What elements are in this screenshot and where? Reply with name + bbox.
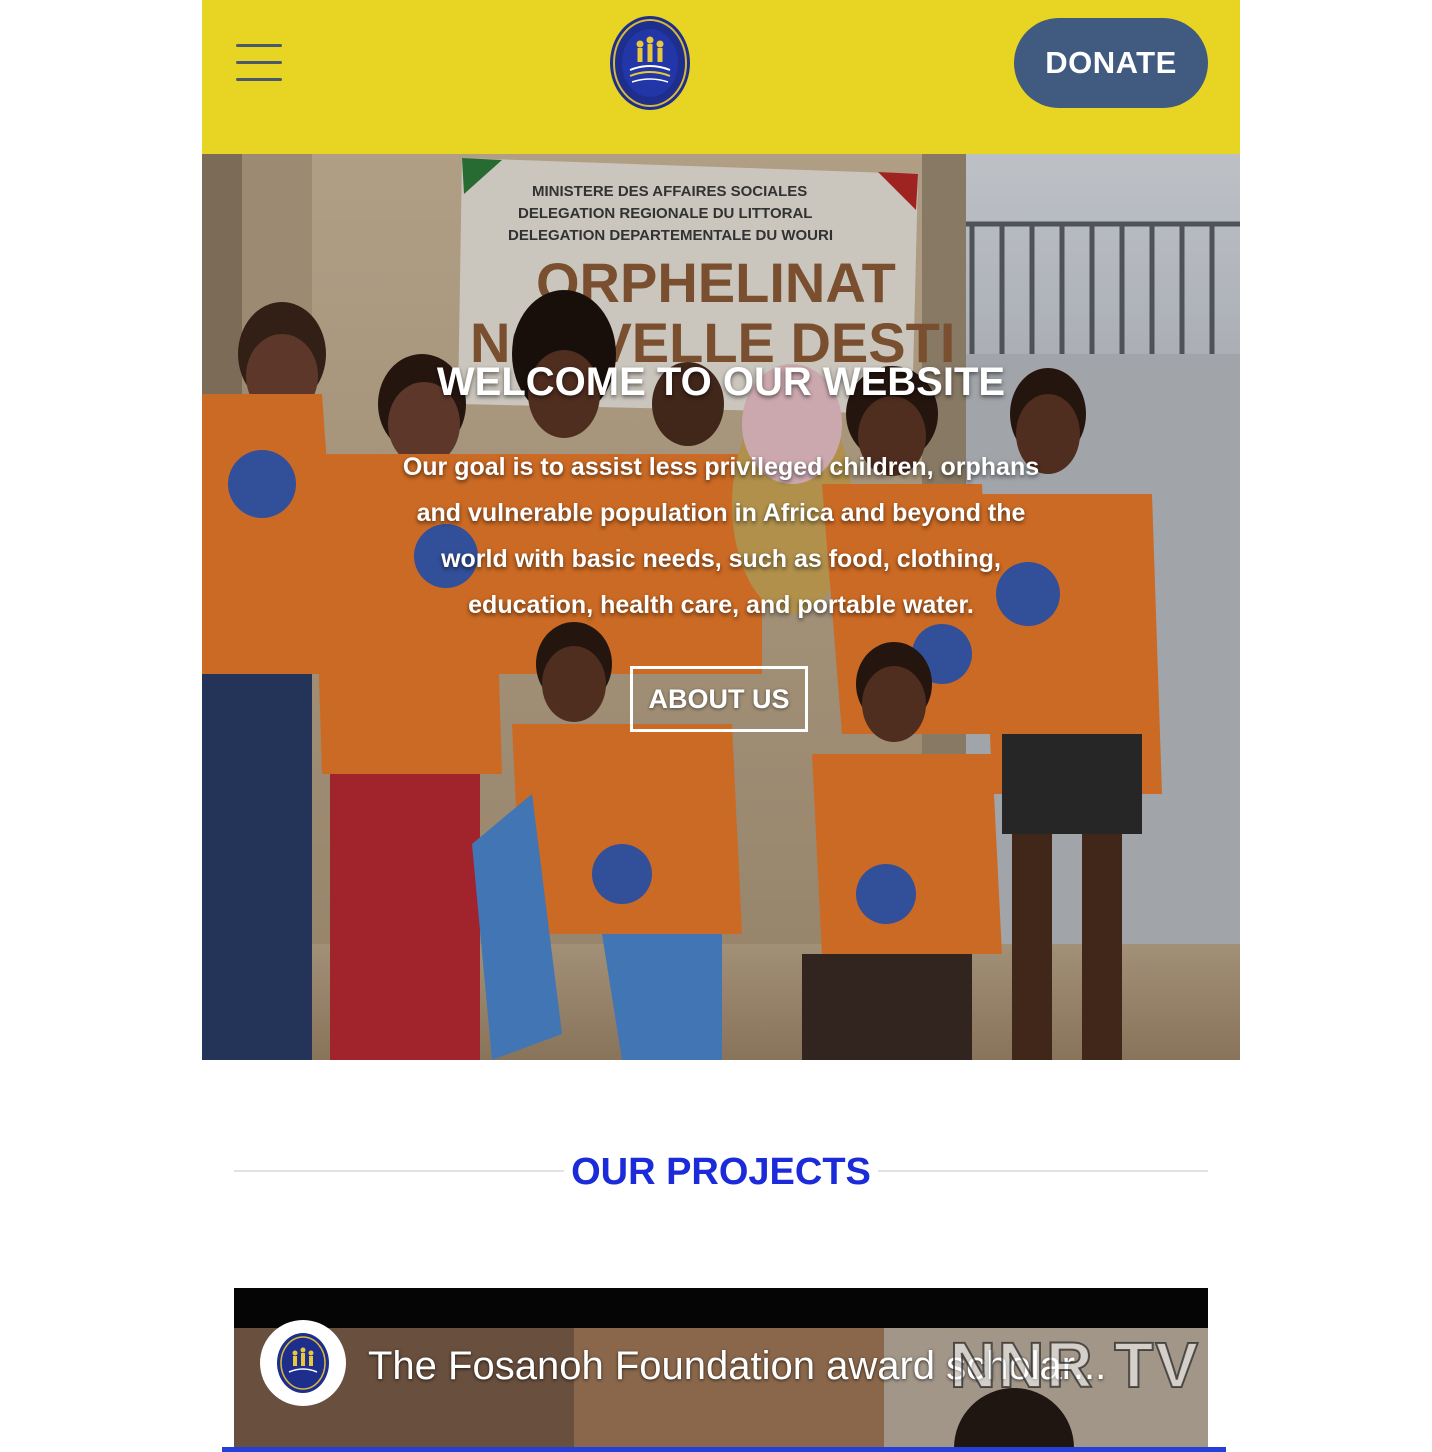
projects-heading: OUR PROJECTS: [571, 1151, 871, 1193]
hero-title: WELCOME TO OUR WEBSITE: [436, 360, 1006, 404]
projects-heading-section: OUR PROJECTS: [234, 1146, 1208, 1198]
donate-button[interactable]: DONATE: [1014, 18, 1208, 108]
mobile-page: DONATE MINISTERE DES AFFAIRES SOCIALES D…: [202, 0, 1240, 1452]
hero-section: MINISTERE DES AFFAIRES SOCIALES DELEGATI…: [202, 154, 1240, 1060]
divider-left: [234, 1170, 564, 1172]
bottom-accent-bar: [222, 1447, 1226, 1452]
hero-description: Our goal is to assist less privileged ch…: [402, 453, 1040, 619]
video-watermark: NNR TV: [949, 1328, 1200, 1402]
foundation-logo-icon[interactable]: [608, 14, 692, 112]
about-us-button[interactable]: ABOUT US: [630, 666, 808, 732]
divider-right: [878, 1170, 1208, 1172]
channel-avatar-icon[interactable]: [260, 1320, 346, 1406]
video-embed[interactable]: The Fosanoh Foundation award scholar... …: [234, 1288, 1208, 1452]
hamburger-menu-icon[interactable]: [236, 42, 282, 84]
site-header: DONATE: [202, 0, 1240, 154]
